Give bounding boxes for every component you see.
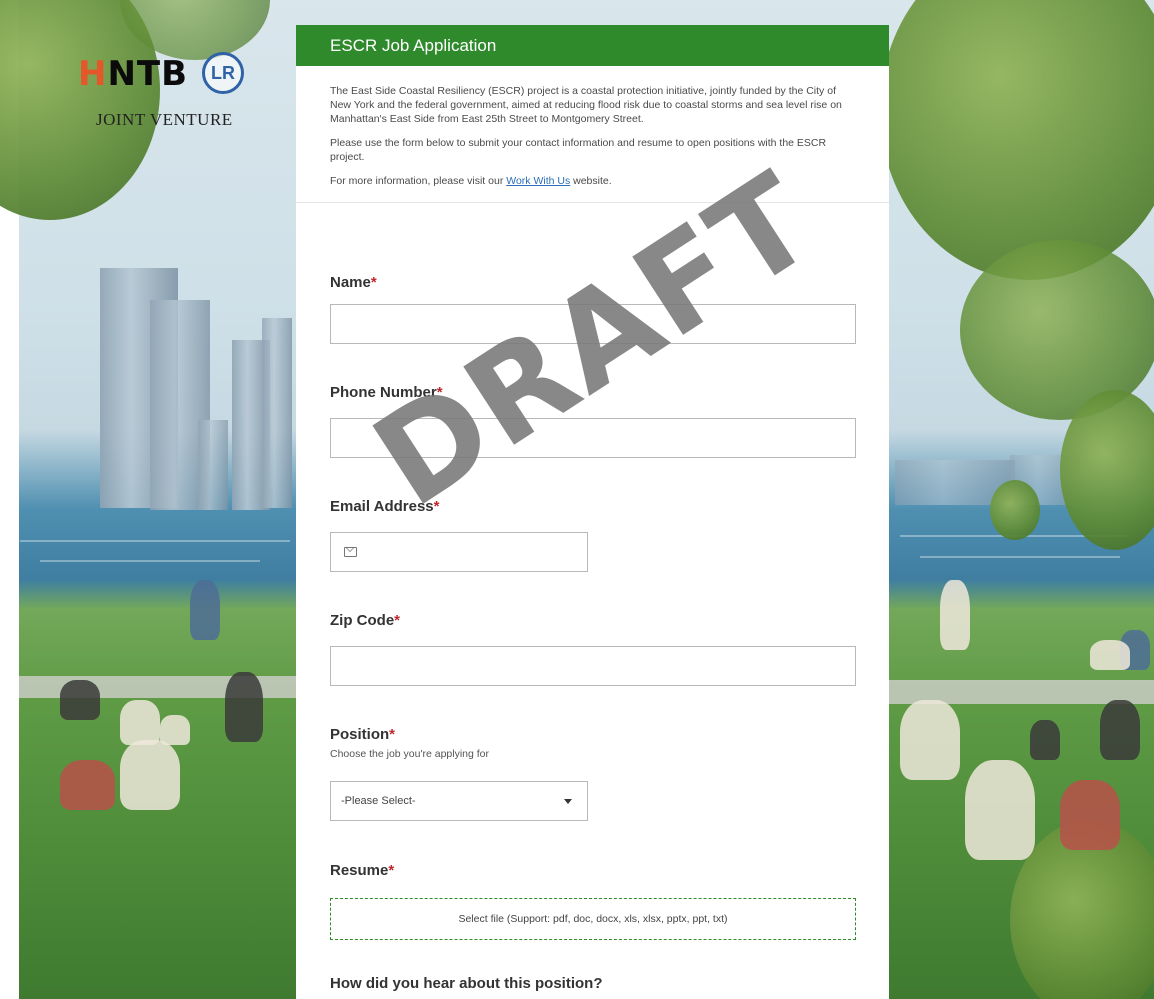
position-label: Position* bbox=[330, 726, 396, 743]
phone-label: Phone Number* bbox=[330, 384, 443, 401]
question-source: How did you hear about this position? bbox=[330, 975, 856, 992]
intro-paragraph-3: For more information, please visit our W… bbox=[330, 175, 612, 187]
source-label: How did you hear about this position? bbox=[330, 975, 603, 992]
resume-file-dropzone[interactable]: Select file (Support: pdf, doc, docx, xl… bbox=[330, 898, 856, 940]
caret-down-icon bbox=[564, 799, 572, 804]
resume-label: Resume* bbox=[330, 862, 395, 879]
hntb-wordmark: HNTB bbox=[78, 54, 189, 94]
phone-input[interactable] bbox=[330, 418, 856, 458]
intro-paragraph-1: The East Side Coastal Resiliency (ESCR) … bbox=[330, 85, 842, 125]
question-resume: Resume* bbox=[330, 862, 856, 879]
required-asterisk: * bbox=[394, 612, 401, 629]
lr-seal-icon: LR bbox=[202, 52, 244, 94]
required-asterisk: * bbox=[389, 726, 396, 743]
required-asterisk: * bbox=[433, 498, 440, 515]
logo-subtitle: JOINT VENTURE bbox=[96, 110, 233, 129]
form-title: ESCR Job Application bbox=[296, 25, 889, 66]
intro-paragraph-2: Please use the form below to submit your… bbox=[330, 137, 827, 163]
required-asterisk: * bbox=[370, 274, 377, 291]
question-name: Name* bbox=[330, 274, 856, 291]
zip-input[interactable] bbox=[330, 646, 856, 686]
question-email: Email Address* bbox=[330, 498, 856, 515]
name-input[interactable] bbox=[330, 304, 856, 344]
required-asterisk: * bbox=[388, 862, 395, 879]
mail-icon bbox=[344, 547, 357, 557]
name-label: Name* bbox=[330, 274, 377, 291]
question-zip: Zip Code* bbox=[330, 612, 856, 629]
job-application-form: ESCR Job Application The East Side Coast… bbox=[296, 25, 889, 999]
question-position: Position* Choose the job you're applying… bbox=[330, 726, 856, 760]
required-asterisk: * bbox=[436, 384, 443, 401]
form-description: The East Side Coastal Resiliency (ESCR) … bbox=[296, 66, 889, 203]
email-input[interactable] bbox=[330, 532, 588, 572]
question-phone: Phone Number* bbox=[330, 384, 856, 401]
zip-label: Zip Code* bbox=[330, 612, 401, 629]
email-label: Email Address* bbox=[330, 498, 440, 515]
position-select[interactable]: -Please Select- bbox=[330, 781, 588, 821]
position-hint: Choose the job you're applying for bbox=[330, 748, 490, 760]
position-selected-value: -Please Select- bbox=[341, 795, 416, 807]
hntb-lr-joint-venture-logo: HNTB LR JOINT VENTURE bbox=[78, 52, 258, 142]
work-with-us-link[interactable]: Work With Us bbox=[506, 175, 570, 187]
